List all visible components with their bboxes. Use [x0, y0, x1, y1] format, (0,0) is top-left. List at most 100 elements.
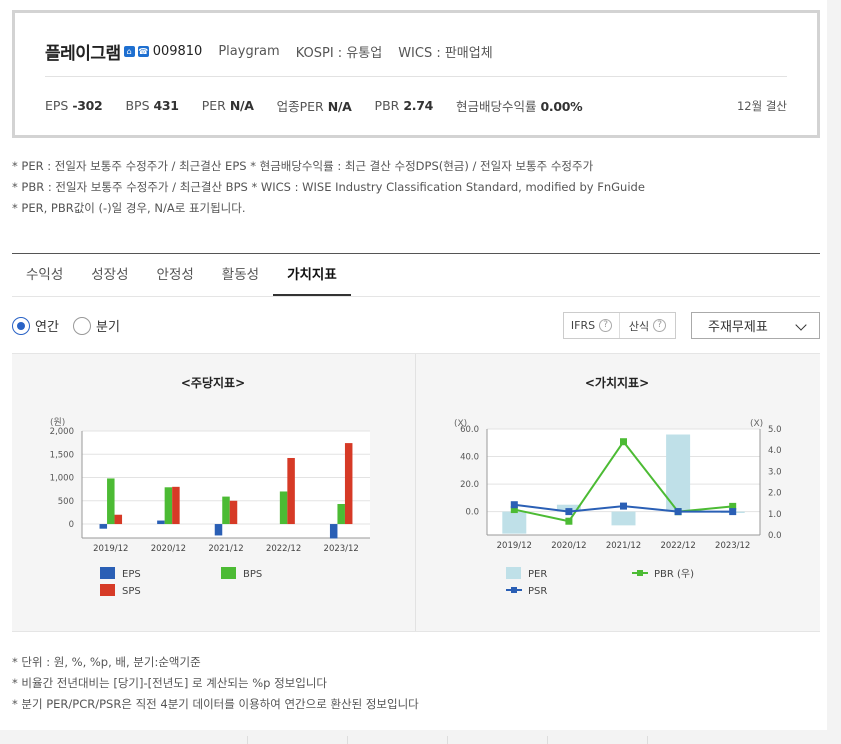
chart-title: <가치지표>	[585, 375, 649, 390]
bar-eps	[214, 524, 223, 536]
x-tick-label: 2020/12	[151, 544, 186, 554]
ifrs-button[interactable]: IFRS?	[564, 313, 619, 338]
legend-label: SPS	[122, 586, 141, 597]
company-summary: 플레이그램 ⌂ ☎ 009810 Playgram KOSPI : 유통업 WI…	[12, 10, 820, 138]
y-tick-label: 0.0	[465, 508, 479, 518]
statement-select[interactable]: 주재무제표	[691, 312, 820, 339]
help-icon[interactable]: ?	[653, 319, 667, 332]
x-tick-label: 2021/12	[208, 544, 243, 554]
bar-eps	[157, 520, 165, 525]
bar-bps	[337, 503, 345, 525]
metric-dividend-yield: 현금배당수익률 0.00%	[456, 99, 583, 114]
company-name: 플레이그램	[45, 44, 121, 64]
company-eng-name: Playgram	[218, 44, 280, 59]
y-tick-label: 2,000	[50, 427, 74, 437]
legend-marker	[511, 587, 517, 593]
point-pbr	[620, 438, 627, 446]
market-info: KOSPI : 유통업	[295, 46, 383, 61]
bar-sps	[172, 486, 180, 525]
point-psr	[620, 502, 627, 510]
metric-industry-per: 업종PER N/A	[276, 99, 352, 114]
divider	[247, 736, 248, 744]
note-line: * PER : 전일자 보통주 수정주가 / 최근결산 EPS * 현금배당수익…	[12, 159, 594, 173]
ifrs-label: IFRS	[570, 319, 596, 332]
indicator-tabs: 수익성 성장성 안정성 활동성 가치지표	[12, 254, 820, 297]
tab-growth[interactable]: 성장성	[77, 254, 142, 296]
wics-info: WICS : 판매업체	[398, 46, 493, 61]
metric-pbr: PBR 2.74	[374, 98, 434, 113]
bar-eps	[329, 524, 338, 539]
radio-quarter[interactable]: 분기	[73, 316, 120, 335]
chart-panel: <주당지표> (원) 0 500 1,000 1,500 2,000 2019/12 2020/…	[12, 353, 820, 632]
metric-per: PER N/A	[201, 98, 254, 113]
bar-sps	[114, 514, 123, 525]
tab-profitability[interactable]: 수익성	[12, 254, 77, 296]
legend-swatch	[100, 584, 115, 596]
x-tick-label: 2023/12	[324, 544, 359, 554]
y2-tick-label: 2.0	[768, 489, 782, 499]
y-tick-label: 500	[58, 497, 74, 507]
legend-label: PSR	[528, 586, 547, 597]
y-tick-label: 20.0	[460, 480, 479, 490]
divider	[45, 76, 787, 77]
legend-marker	[637, 570, 643, 576]
bar-bps	[222, 496, 230, 525]
legend-label: PER	[528, 569, 547, 580]
bar-bps	[279, 491, 288, 525]
ir-icon[interactable]: ☎	[137, 46, 149, 57]
radio-label: 연간	[35, 320, 59, 335]
bar-bps	[164, 487, 173, 525]
point-psr	[565, 508, 573, 516]
next-section-strip	[0, 730, 841, 744]
point-psr	[729, 508, 737, 516]
y-tick-label: 60.0	[460, 425, 479, 435]
y-tick-label: 0	[69, 520, 74, 530]
tab-valuation[interactable]: 가치지표	[273, 254, 351, 296]
bar-bps	[107, 478, 115, 525]
chevron-down-icon	[795, 319, 807, 331]
legend-label: PBR (우)	[654, 568, 694, 580]
radio-annual[interactable]: 연간	[12, 316, 59, 335]
home-icon[interactable]: ⌂	[123, 46, 135, 57]
right-axis-unit: (X)	[750, 419, 763, 429]
legend-label: BPS	[243, 569, 262, 580]
y2-tick-label: 1.0	[768, 510, 782, 520]
note-line: * 비율간 전년대비는 [당기]-[전년도] 로 계산되는 %p 정보입니다	[12, 676, 327, 690]
bar-sps	[287, 457, 295, 525]
tab-stability[interactable]: 안정성	[143, 254, 208, 296]
info-options: IFRS? 산식?	[563, 312, 676, 339]
controls-row: 연간 분기 IFRS? 산식? 주재무제표	[12, 312, 820, 340]
y-tick-label: 40.0	[460, 453, 479, 463]
scroll-gutter	[827, 0, 841, 744]
metric-eps: EPS -302	[45, 98, 103, 113]
y2-tick-label: 0.0	[768, 531, 782, 541]
metric-bps: BPS 431	[125, 98, 179, 113]
point-psr	[510, 501, 518, 509]
bar-per	[502, 511, 527, 534]
help-icon[interactable]: ?	[599, 319, 613, 332]
x-tick-label: 2022/12	[266, 544, 301, 554]
company-header: 플레이그램 ⌂ ☎ 009810 Playgram KOSPI : 유통업 WI…	[45, 39, 493, 64]
definition-notes: * PER : 전일자 보통주 수정주가 / 최근결산 EPS * 현금배당수익…	[12, 156, 645, 219]
x-tick-label: 2020/12	[551, 541, 586, 551]
y2-tick-label: 3.0	[768, 467, 782, 477]
y-tick-label: 1,500	[50, 450, 74, 460]
valuation-chart: <가치지표>(X) (X)0.020.040.060.00.01.02.03.04…	[454, 375, 782, 597]
point-psr	[674, 508, 682, 516]
point-pbr	[565, 517, 573, 525]
divider	[447, 736, 448, 744]
note-line: * PBR : 전일자 보통주 수정주가 / 최근결산 BPS * WICS :…	[12, 180, 645, 194]
metrics-row: EPS -302 BPS 431 PER N/A 업종PER N/A PBR 2…	[45, 96, 787, 115]
radio-circle	[12, 316, 30, 335]
divider	[647, 736, 648, 744]
unit-notes: * 단위 : 원, %, %p, 배, 분기:순액기준 * 비율간 전년대비는 …	[12, 652, 419, 715]
radio-circle	[73, 316, 91, 335]
formula-button[interactable]: 산식?	[619, 313, 675, 338]
stock-code: 009810	[152, 44, 203, 59]
legend-swatch	[506, 567, 521, 579]
y-tick-label: 1,000	[50, 474, 74, 484]
x-tick-label: 2022/12	[660, 541, 695, 551]
y2-tick-label: 4.0	[768, 446, 782, 456]
tab-activity[interactable]: 활동성	[208, 254, 273, 296]
x-tick-label: 2019/12	[497, 541, 532, 551]
